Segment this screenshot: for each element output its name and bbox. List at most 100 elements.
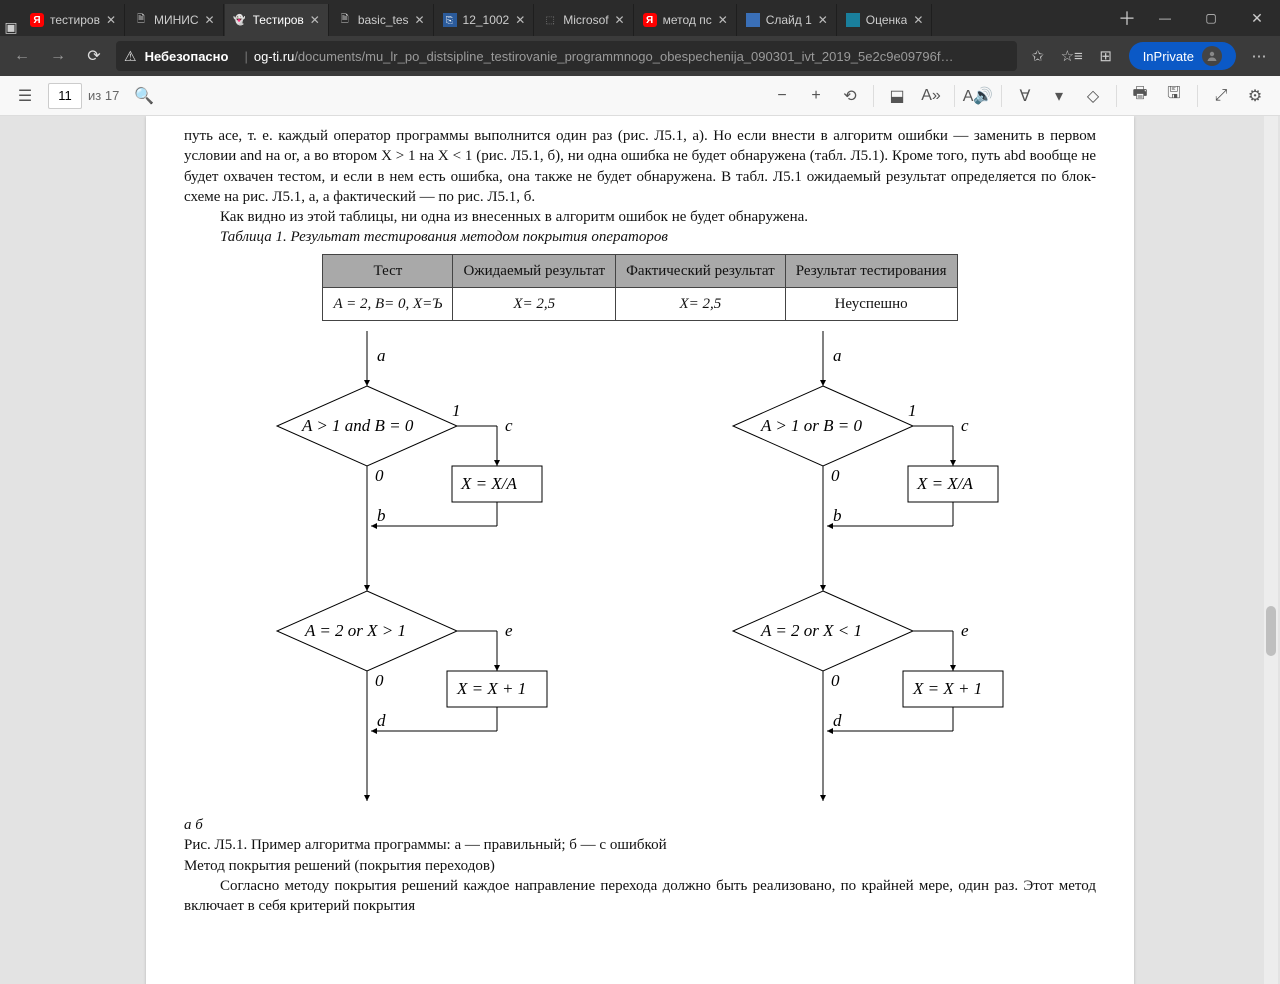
find-button[interactable]: 🔍 <box>127 80 161 112</box>
zoom-out-button[interactable]: − <box>765 80 799 112</box>
erase-button[interactable]: ◇ <box>1076 80 1110 112</box>
address-bar: ← → ⟳ ⚠ Небезопасно | og-ti.ru/documents… <box>0 36 1280 76</box>
new-tab-button[interactable]: ＋ <box>1112 0 1142 36</box>
flow-label: c <box>961 416 969 435</box>
fit-page-button[interactable]: ⬓ <box>880 80 914 112</box>
browser-tab[interactable]: Оценка✕ <box>838 4 933 36</box>
tab-title: Тестиров <box>253 13 304 27</box>
browser-tab[interactable]: 🗎 МИНИС ✕ <box>126 4 224 36</box>
print-button[interactable]: 🖶 <box>1123 80 1157 112</box>
paragraph: Метод покрытия решений (покрытия переход… <box>184 856 1096 876</box>
settings-button[interactable]: ⚙ <box>1238 80 1272 112</box>
browser-tab[interactable]: ⬚ Microsof ✕ <box>535 4 633 36</box>
tab-close-button[interactable]: ✕ <box>104 13 118 27</box>
page-number-input[interactable] <box>48 83 82 109</box>
flow-condition: A > 1 and B = 0 <box>301 416 414 435</box>
draw-button[interactable]: ∀ <box>1008 80 1042 112</box>
tab-actions-button[interactable]: ▣ <box>0 0 22 36</box>
browser-tab[interactable]: Ятестиров ✕ <box>22 4 125 36</box>
pdf-toolbar: ☰ из 17 🔍 − + ⟲ ⬓ A» A🔊 ∀ ▾ ◇ 🖶 🖫 ⤢ ⚙ <box>0 76 1280 116</box>
figure-caption: Рис. Л5.1. Пример алгоритма программы: а… <box>184 835 1096 855</box>
close-window-button[interactable]: ✕ <box>1234 0 1280 36</box>
table-header-row: Тест Ожидаемый результат Фактический рез… <box>323 254 957 287</box>
tab-favicon: 🗎 <box>134 13 148 27</box>
tab-close-button[interactable]: ✕ <box>308 13 322 27</box>
vertical-scrollbar[interactable] <box>1264 116 1278 984</box>
url-box[interactable]: ⚠ Небезопасно | og-ti.ru/documents/mu_lr… <box>116 41 1017 71</box>
table-cell: X= 2,5 <box>616 287 786 320</box>
browser-tab[interactable]: 👻 Тестиров ✕ <box>225 4 329 36</box>
highlight-button[interactable]: ▾ <box>1042 80 1076 112</box>
toc-button[interactable]: ☰ <box>8 80 42 112</box>
tab-title: МИНИС <box>154 13 199 27</box>
favorites-icon[interactable]: ☆≡ <box>1055 40 1089 72</box>
tab-close-button[interactable]: ✕ <box>716 13 730 27</box>
nav-forward-button: → <box>40 40 76 72</box>
page-view-button[interactable]: A» <box>914 80 948 112</box>
flow-box: X = X/A <box>916 474 973 493</box>
tab-close-button[interactable]: ✕ <box>816 13 830 27</box>
flow-box: X = X + 1 <box>912 679 982 698</box>
flow-label: 1 <box>908 401 917 420</box>
tab-favicon: 👻 <box>233 13 247 27</box>
flow-label: c <box>505 416 513 435</box>
tab-strip: Ятестиров✕🗎МИНИС✕👻Тестиров✕🗎basic_tes✕⎘1… <box>22 0 1112 36</box>
maximize-button[interactable]: ▢ <box>1188 0 1234 36</box>
flow-label: a <box>377 346 386 365</box>
tab-close-button[interactable]: ✕ <box>911 13 925 27</box>
zoom-in-button[interactable]: + <box>799 80 833 112</box>
tab-title: Microsof <box>563 13 608 27</box>
save-button[interactable]: 🖫 <box>1157 80 1191 112</box>
rotate-button[interactable]: ⟲ <box>833 80 867 112</box>
flow-label: e <box>961 621 969 640</box>
browser-tab[interactable]: Слайд 1✕ <box>738 4 837 36</box>
window-titlebar: ▣ Ятестиров✕🗎МИНИС✕👻Тестиров✕🗎basic_tes✕… <box>0 0 1280 36</box>
profile-avatar-icon <box>1202 46 1222 66</box>
fullscreen-button[interactable]: ⤢ <box>1204 80 1238 112</box>
tab-close-button[interactable]: ✕ <box>203 13 217 27</box>
paragraph: Как видно из этой таблицы, ни одна из вн… <box>184 207 1096 227</box>
flowchart-left: a A > 1 and B = 0 1 c X = X/A 0 b A <box>247 331 577 811</box>
results-table: Тест Ожидаемый результат Фактический рез… <box>322 254 957 322</box>
flow-condition: A = 2 or X < 1 <box>760 621 862 640</box>
nav-refresh-button[interactable]: ⟳ <box>76 40 112 72</box>
document-viewport[interactable]: путь ace, т. е. каждый оператор программ… <box>0 116 1280 984</box>
collections-icon[interactable]: ⊞ <box>1089 40 1123 72</box>
nav-back-button[interactable]: ← <box>4 40 40 72</box>
tab-title: 12_1002 <box>463 13 510 27</box>
browser-tab[interactable]: Яметод пс✕ <box>635 4 737 36</box>
table-header: Тест <box>323 254 453 287</box>
tab-favicon: ⬚ <box>543 13 557 27</box>
browser-tab[interactable]: ⎘12_1002✕ <box>435 4 535 36</box>
page-count-label: из 17 <box>88 88 119 103</box>
warning-icon: ⚠ <box>124 48 137 65</box>
tab-close-button[interactable]: ✕ <box>613 13 627 27</box>
flowcharts-figure: a A > 1 and B = 0 1 c X = X/A 0 b A <box>184 331 1096 811</box>
tab-close-button[interactable]: ✕ <box>413 13 427 27</box>
minimize-button[interactable]: — <box>1142 0 1188 36</box>
url-separator: | <box>244 49 247 64</box>
flow-label: 0 <box>375 466 384 485</box>
table-header: Результат тестирования <box>785 254 957 287</box>
browser-tab[interactable]: 🗎basic_tes✕ <box>330 4 434 36</box>
table-cell: X= 2,5 <box>453 287 616 320</box>
scrollbar-thumb[interactable] <box>1266 606 1276 656</box>
figure-subcaption: а б <box>184 815 1096 835</box>
inprivate-badge[interactable]: InPrivate <box>1129 42 1236 70</box>
favorite-star-icon[interactable]: ✩ <box>1021 40 1055 72</box>
more-menu-button[interactable]: ⋯ <box>1242 40 1276 72</box>
read-aloud-button[interactable]: A🔊 <box>961 80 995 112</box>
tab-favicon <box>746 13 760 27</box>
security-label: Небезопасно <box>145 49 229 64</box>
table-cell: A = 2, B= 0, X=Ъ <box>323 287 453 320</box>
tab-title: basic_tes <box>358 13 409 27</box>
table-header: Фактический результат <box>616 254 786 287</box>
flow-label: d <box>833 711 842 730</box>
tab-close-button[interactable]: ✕ <box>513 13 527 27</box>
flow-label: b <box>377 506 386 525</box>
flow-condition: A > 1 or B = 0 <box>760 416 863 435</box>
flow-box: X = X/A <box>460 474 517 493</box>
url-path: /documents/mu_lr_po_distsipline_testirov… <box>294 49 953 64</box>
tab-favicon: Я <box>30 13 44 27</box>
tab-title: тестиров <box>50 13 100 27</box>
